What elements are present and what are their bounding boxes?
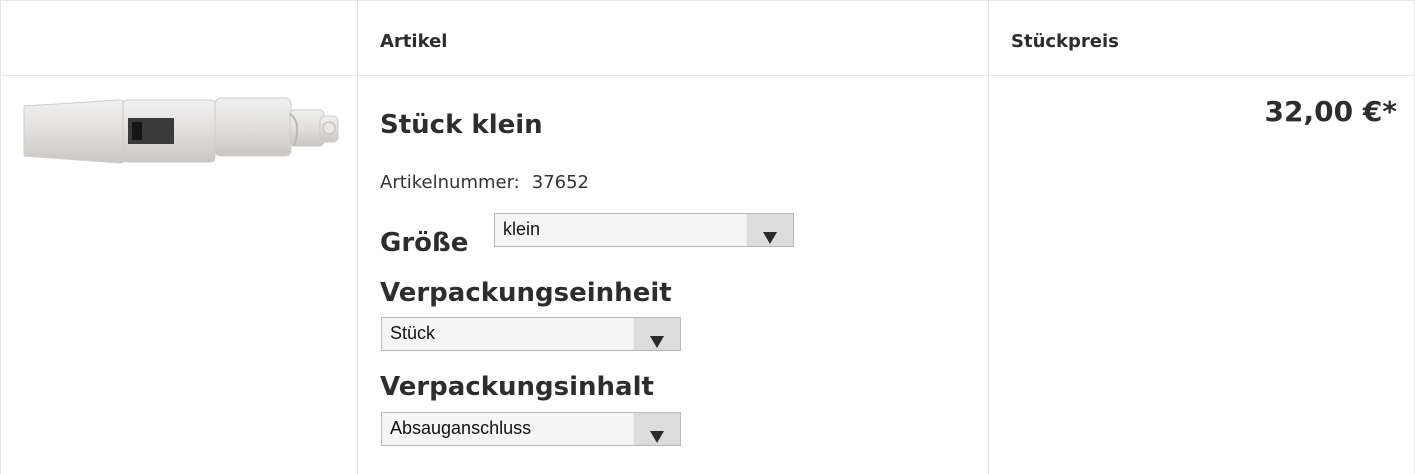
column-divider [988,0,989,474]
article-number: Artikelnummer: 37652 [380,172,589,193]
header-unit-price: Stückpreis [1011,31,1119,52]
size-select-value: klein [503,219,541,239]
article-number-value: 37652 [531,172,590,193]
packaging-content-select-value: Absauganschluss [390,418,532,438]
size-select[interactable]: klein [494,213,794,247]
packaging-unit-select-button[interactable] [633,318,680,350]
packaging-content-select-button[interactable] [633,413,680,445]
column-divider [357,0,358,474]
product-image[interactable] [20,96,340,166]
packaging-content-select[interactable]: Absauganschluss [381,412,681,446]
table-top-border [0,0,1415,1]
packaging-unit-label: Verpackungseinheit [380,278,672,308]
size-label: Größe [380,228,469,258]
header-article: Artikel [380,31,448,52]
packaging-content-label: Verpackungsinhalt [380,372,654,402]
article-number-label: Artikelnummer: [380,172,520,193]
cart-table: Artikel Stückpreis Stück klein Artikelnu… [0,0,1415,474]
packaging-unit-select-value: Stück [390,323,436,343]
table-left-border [0,0,1,474]
size-select-button[interactable] [746,214,793,246]
chevron-down-icon [763,232,777,244]
unit-price: 32,00 €* [1264,95,1397,128]
header-divider [0,75,1415,76]
chevron-down-icon [650,431,664,443]
product-name[interactable]: Stück klein [380,110,543,140]
packaging-unit-select[interactable]: Stück [381,317,681,351]
chevron-down-icon [650,336,664,348]
